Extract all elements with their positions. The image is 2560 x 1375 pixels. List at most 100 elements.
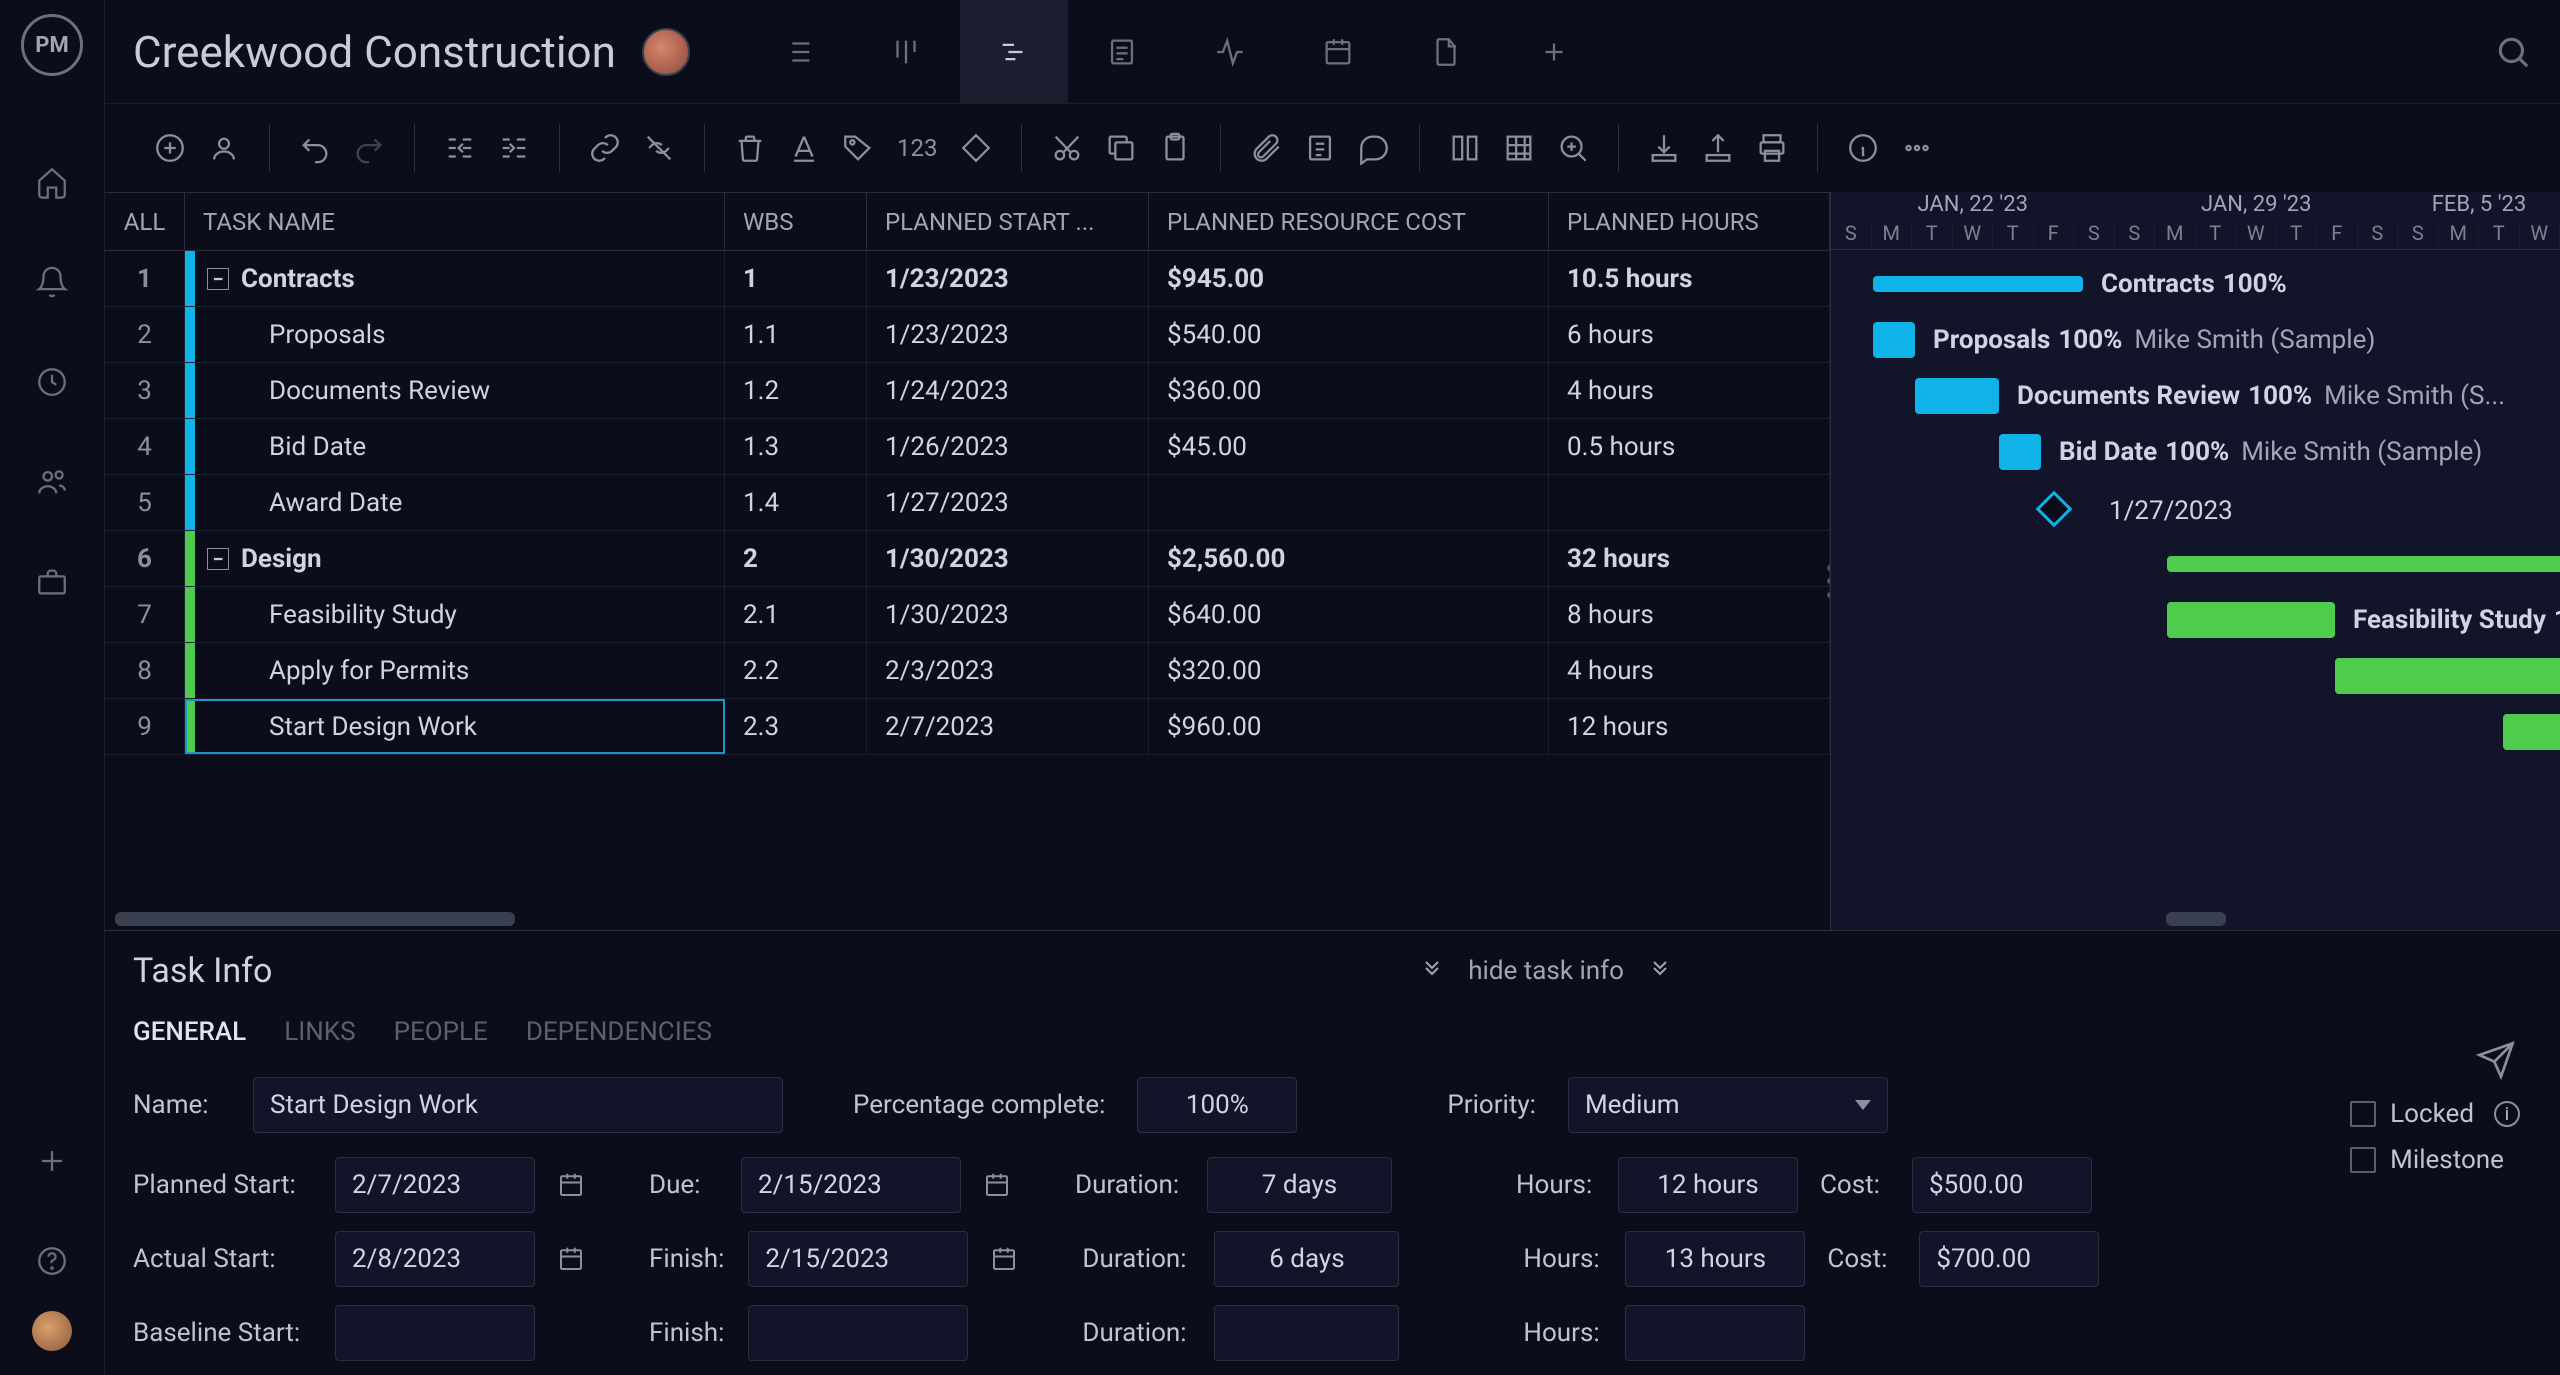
due-field[interactable]: 2/15/2023 [741,1157,961,1213]
task-row[interactable]: 2Proposals1.11/23/2023$540.006 hours [105,307,1830,363]
note-button[interactable] [1297,125,1343,171]
import-button[interactable] [1641,125,1687,171]
undo-button[interactable] [292,125,338,171]
task-name-cell[interactable]: Award Date [185,475,725,530]
unlink-button[interactable] [636,125,682,171]
gantt-horizontal-scrollbar[interactable] [2166,912,2226,926]
baseline-hours-field[interactable] [1625,1305,1805,1361]
calendar-icon[interactable] [980,1231,1028,1287]
gantt-bar[interactable]: Documents Review100%Mike Smith (S... [1915,378,1999,414]
locked-checkbox[interactable]: Locked i [2350,1099,2520,1129]
view-list-icon[interactable] [744,0,852,104]
cut-button[interactable] [1044,125,1090,171]
actual-hours-field[interactable]: 13 hours [1625,1231,1805,1287]
grid-button[interactable] [1496,125,1542,171]
collapse-icon[interactable]: − [207,268,229,290]
link-button[interactable] [582,125,628,171]
user-avatar[interactable] [32,1311,72,1351]
priority-select[interactable]: Medium [1568,1077,1888,1133]
baseline-finish-field[interactable] [748,1305,968,1361]
milestone-button[interactable] [953,125,999,171]
baseline-start-field[interactable] [335,1305,535,1361]
actual-cost-field[interactable]: $700.00 [1919,1231,2099,1287]
text-style-button[interactable] [781,125,827,171]
bell-icon[interactable] [32,262,72,302]
people-icon[interactable] [32,462,72,502]
paste-button[interactable] [1152,125,1198,171]
grid-horizontal-scrollbar[interactable] [115,912,515,926]
planned-cost-field[interactable]: $500.00 [1912,1157,2092,1213]
view-calendar-icon[interactable] [1284,0,1392,104]
actual-finish-field[interactable]: 2/15/2023 [748,1231,968,1287]
actual-duration-field[interactable]: 6 days [1214,1231,1399,1287]
planned-start-field[interactable]: 2/7/2023 [335,1157,535,1213]
send-icon[interactable] [2476,1040,2516,1085]
baseline-duration-field[interactable] [1214,1305,1399,1361]
view-board-icon[interactable] [852,0,960,104]
comment-button[interactable] [1351,125,1397,171]
column-planned-cost[interactable]: PLANNED RESOURCE COST [1149,193,1549,250]
copy-button[interactable] [1098,125,1144,171]
more-button[interactable] [1894,125,1940,171]
task-row[interactable]: 3Documents Review1.21/24/2023$360.004 ho… [105,363,1830,419]
briefcase-icon[interactable] [32,562,72,602]
actual-start-field[interactable]: 2/8/2023 [335,1231,535,1287]
search-icon[interactable] [2494,33,2532,71]
task-name-cell[interactable]: Start Design Work [185,699,725,754]
home-icon[interactable] [32,162,72,202]
task-name-cell[interactable]: Feasibility Study [185,587,725,642]
planned-hours-field[interactable]: 12 hours [1618,1157,1798,1213]
task-row[interactable]: 4Bid Date1.31/26/2023$45.000.5 hours [105,419,1830,475]
tab-general[interactable]: GENERAL [133,1017,246,1047]
tab-people[interactable]: PEOPLE [394,1017,488,1047]
hide-task-info-link[interactable]: hide task info [1420,956,1672,986]
export-button[interactable] [1695,125,1741,171]
renumber-button[interactable]: 123 [889,125,945,171]
column-task-name[interactable]: TASK NAME [185,193,725,250]
calendar-icon[interactable] [973,1157,1021,1213]
help-icon[interactable] [32,1241,72,1281]
column-all[interactable]: ALL [105,193,185,250]
gantt-bar[interactable] [2167,556,2560,572]
task-row[interactable]: 6−Design21/30/2023$2,560.0032 hours [105,531,1830,587]
gantt-bar[interactable]: Bid Date100%Mike Smith (Sample) [1999,434,2041,470]
zoom-button[interactable] [1550,125,1596,171]
print-button[interactable] [1749,125,1795,171]
outdent-button[interactable] [437,125,483,171]
assign-button[interactable] [201,125,247,171]
gantt-bar[interactable] [2503,714,2560,750]
view-activity-icon[interactable] [1176,0,1284,104]
task-name-cell[interactable]: Apply for Permits [185,643,725,698]
planned-duration-field[interactable]: 7 days [1207,1157,1392,1213]
column-planned-hours[interactable]: PLANNED HOURS [1549,193,1830,250]
column-wbs[interactable]: WBS [725,193,867,250]
task-row[interactable]: 5Award Date1.41/27/2023 [105,475,1830,531]
column-planned-start[interactable]: PLANNED START ... [867,193,1149,250]
name-field[interactable]: Start Design Work [253,1077,783,1133]
clock-icon[interactable] [32,362,72,402]
task-name-cell[interactable]: Documents Review [185,363,725,418]
task-row[interactable]: 1−Contracts11/23/2023$945.0010.5 hours [105,251,1830,307]
app-logo[interactable]: PM [21,14,83,76]
task-name-cell[interactable]: −Design [185,531,725,586]
task-row[interactable]: 7Feasibility Study2.11/30/2023$640.008 h… [105,587,1830,643]
add-task-button[interactable] [147,125,193,171]
task-name-cell[interactable]: Bid Date [185,419,725,474]
pct-field[interactable]: 100% [1137,1077,1297,1133]
tab-links[interactable]: LINKS [284,1017,355,1047]
columns-button[interactable] [1442,125,1488,171]
view-add-icon[interactable] [1500,0,1608,104]
delete-button[interactable] [727,125,773,171]
gantt-milestone[interactable] [2036,491,2073,528]
gantt-bar[interactable]: Contracts100% [1873,276,2083,292]
view-file-icon[interactable] [1392,0,1500,104]
info-button[interactable] [1840,125,1886,171]
calendar-icon[interactable] [547,1157,595,1213]
task-name-cell[interactable]: −Contracts [185,251,725,306]
gantt-bar[interactable]: Apply f [2335,658,2560,694]
task-row[interactable]: 8Apply for Permits2.22/3/2023$320.004 ho… [105,643,1830,699]
plus-icon[interactable] [32,1141,72,1181]
project-owner-avatar[interactable] [642,28,690,76]
view-gantt-icon[interactable] [960,0,1068,104]
view-sheet-icon[interactable] [1068,0,1176,104]
